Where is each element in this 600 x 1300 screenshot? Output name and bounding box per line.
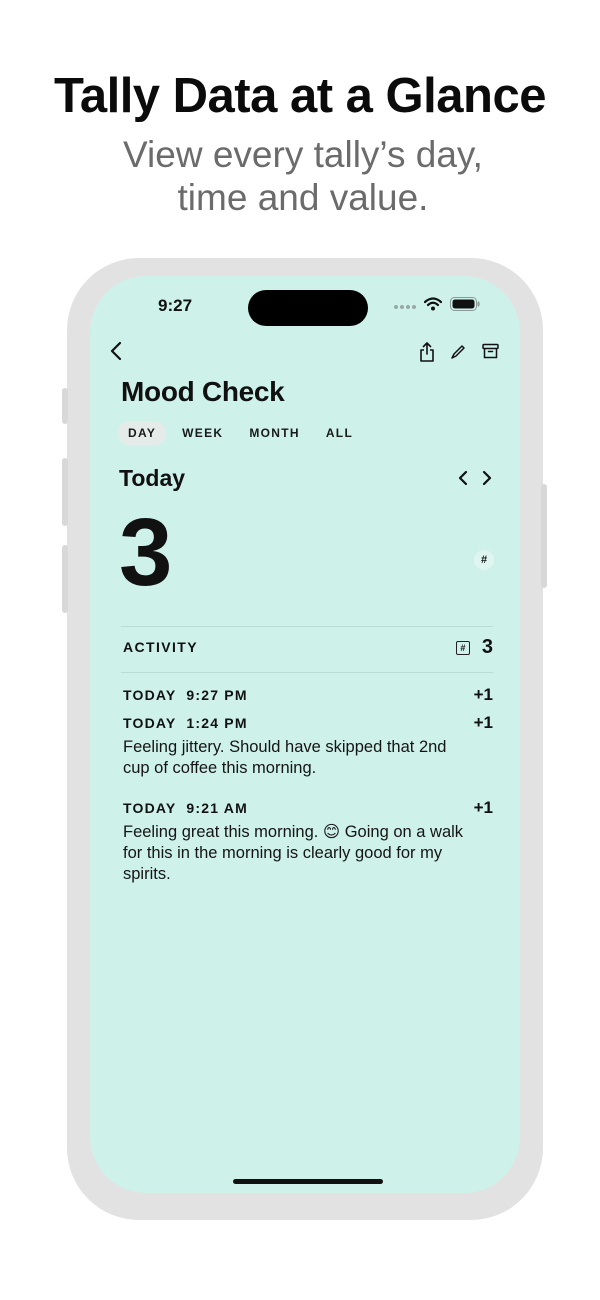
back-chevron-icon bbox=[110, 341, 122, 361]
activity-total-count: 3 bbox=[481, 636, 493, 658]
phone-volume-down-button bbox=[62, 545, 68, 613]
next-period-button[interactable] bbox=[482, 470, 492, 491]
phone-mute-switch bbox=[62, 388, 68, 424]
activity-total: # 3 bbox=[455, 636, 493, 659]
entry-delta: +1 bbox=[473, 685, 493, 704]
chevron-left-icon bbox=[458, 470, 468, 486]
share-icon bbox=[420, 342, 434, 362]
archive-button[interactable] bbox=[479, 341, 501, 361]
dynamic-island bbox=[248, 290, 368, 326]
hash-icon: # bbox=[455, 640, 470, 655]
period-tabs: DAY WEEK MONTH ALL bbox=[118, 421, 363, 445]
entry-time: TODAY 1:24 PM bbox=[123, 715, 248, 731]
list-item[interactable]: TODAY 9:21 AM +1 Feeling great this morn… bbox=[123, 798, 493, 885]
tab-week[interactable]: WEEK bbox=[172, 421, 233, 445]
cellular-signal-icon bbox=[394, 299, 416, 309]
tab-month[interactable]: MONTH bbox=[239, 421, 310, 445]
promo-subhead-line-2: time and value. bbox=[177, 177, 429, 218]
status-time: 9:27 bbox=[158, 296, 193, 315]
period-navigation bbox=[458, 470, 492, 491]
home-indicator[interactable] bbox=[233, 1179, 383, 1184]
promo-subhead-line-1: View every tally’s day, bbox=[123, 134, 483, 175]
divider-bottom bbox=[121, 672, 493, 673]
entry-note: Feeling great this morning. 😊 Going on a… bbox=[123, 823, 464, 883]
edit-button[interactable] bbox=[448, 342, 468, 362]
back-button[interactable] bbox=[106, 340, 126, 362]
entry-time: TODAY 9:27 PM bbox=[123, 687, 248, 703]
phone-power-button bbox=[541, 484, 547, 588]
activity-header: ACTIVITY bbox=[123, 639, 198, 655]
entry-delta: +1 bbox=[473, 713, 493, 732]
tab-day[interactable]: DAY bbox=[118, 421, 167, 445]
list-item[interactable]: TODAY 1:24 PM +1 Feeling jittery. Should… bbox=[123, 713, 493, 779]
app-screen: 9:27 Mood Check DAY WEEK MONTH ALL Today… bbox=[90, 276, 520, 1193]
battery-icon bbox=[450, 297, 480, 311]
promo-subhead: View every tally’s day, time and value. bbox=[0, 133, 600, 219]
entry-note: Feeling jittery. Should have skipped tha… bbox=[123, 738, 447, 777]
entry-time: TODAY 9:21 AM bbox=[123, 800, 248, 816]
previous-period-button[interactable] bbox=[458, 470, 468, 491]
chevron-right-icon bbox=[482, 470, 492, 486]
phone-volume-up-button bbox=[62, 458, 68, 526]
tab-all[interactable]: ALL bbox=[316, 421, 363, 445]
activity-list: TODAY 9:27 PM +1 TODAY 1:24 PM +1 Feelin… bbox=[123, 685, 493, 885]
wifi-icon bbox=[424, 297, 442, 311]
list-item[interactable]: TODAY 9:27 PM +1 bbox=[123, 685, 493, 704]
unit-hash-icon: # bbox=[474, 550, 494, 570]
archive-icon bbox=[481, 343, 499, 359]
promo-headline: Tally Data at a Glance bbox=[54, 69, 546, 123]
tally-value: 3 bbox=[119, 499, 173, 606]
entry-delta: +1 bbox=[473, 798, 493, 817]
tally-title: Mood Check bbox=[121, 376, 285, 407]
status-indicators bbox=[394, 297, 480, 311]
period-label: Today bbox=[119, 465, 186, 491]
share-button[interactable] bbox=[417, 341, 437, 363]
divider-top bbox=[121, 626, 493, 627]
pencil-icon bbox=[451, 345, 465, 359]
